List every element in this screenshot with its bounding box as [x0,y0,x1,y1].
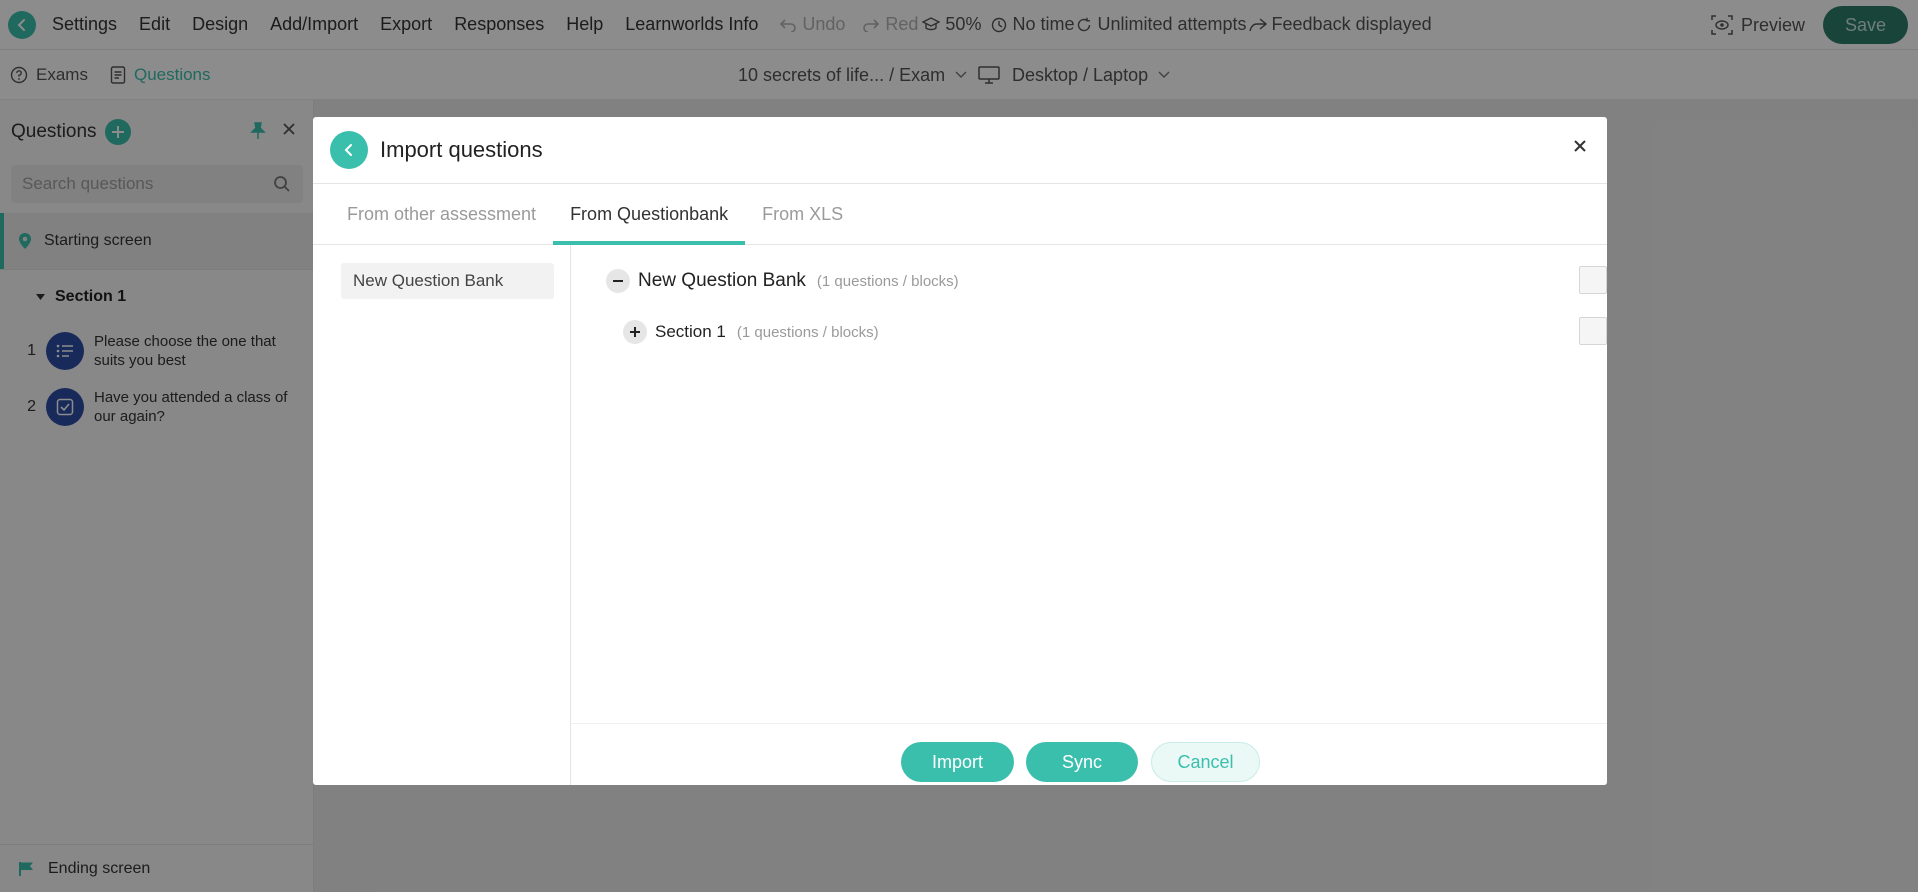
tab-from-questionbank[interactable]: From Questionbank [553,184,746,245]
bank-list-item[interactable]: New Question Bank [341,263,554,299]
chevron-left-icon [344,144,352,156]
close-icon [1574,140,1586,152]
modal-close-button[interactable] [1573,139,1587,158]
tab-from-other-assessment[interactable]: From other assessment [330,184,553,244]
tree-bank-name: New Question Bank [638,270,806,291]
modal-back-button[interactable] [330,131,368,169]
minus-icon [613,280,623,282]
import-questions-modal: Import questions From other assessment F… [313,117,1607,785]
sync-button[interactable]: Sync [1026,742,1138,782]
modal-header: Import questions [313,117,1607,184]
cancel-button[interactable]: Cancel [1151,742,1260,782]
import-button[interactable]: Import [901,742,1014,782]
import-source-tabs: From other assessment From Questionbank … [313,184,1607,245]
plus-icon [630,327,640,337]
modal-title: Import questions [380,137,543,162]
tree-bank-count: (1 questions / blocks) [816,272,959,290]
tree-row-section: Section 1 (1 questions / blocks) [623,320,879,344]
question-bank-tree: New Question Bank (1 questions / blocks)… [571,245,1607,785]
collapse-bank-button[interactable] [606,269,630,293]
section-select-checkbox[interactable] [1579,317,1607,345]
tab-from-xls[interactable]: From XLS [745,184,860,244]
tree-section-count: (1 questions / blocks) [736,323,879,341]
tree-row-bank: New Question Bank (1 questions / blocks) [606,269,959,293]
question-bank-list: New Question Bank [313,245,571,785]
modal-footer: Import Sync Cancel [571,723,1607,785]
expand-section-button[interactable] [623,320,647,344]
tree-section-name: Section 1 [655,322,726,341]
bank-select-checkbox[interactable] [1579,266,1607,294]
